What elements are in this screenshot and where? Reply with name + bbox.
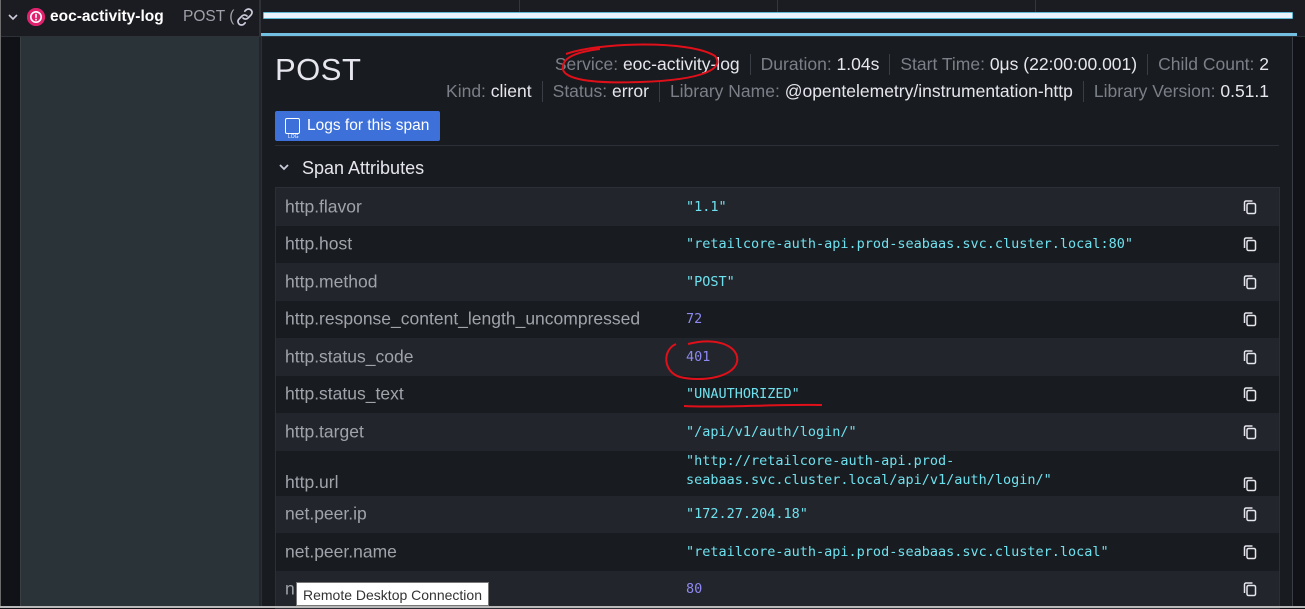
span-service-name: eoc-activity-log: [50, 8, 164, 25]
attribute-key: http.flavor: [285, 196, 362, 217]
meta-child-count: Child Count: 2: [1147, 54, 1279, 75]
section-title: Span Attributes: [302, 158, 425, 178]
attribute-value: "http://retailcore-auth-api.prod-seabaas…: [686, 452, 1052, 488]
attribute-key: http.response_content_length_uncompresse…: [285, 308, 641, 329]
attribute-key: net.peer.ip: [285, 503, 367, 524]
copy-icon[interactable]: [1241, 385, 1259, 403]
copy-icon[interactable]: [1241, 198, 1259, 216]
span-operation-name: POST (: [183, 8, 235, 25]
attribute-row: http.host "retailcore-auth-api.prod-seab…: [276, 225, 1279, 263]
attribute-key: http.method: [285, 271, 378, 292]
chevron-down-icon: [278, 161, 292, 176]
copy-icon[interactable]: [1241, 543, 1259, 561]
attribute-row: http.flavor "1.1": [276, 188, 1279, 226]
attribute-row: http.method "POST": [276, 263, 1279, 301]
scrollbar-track[interactable]: [1292, 37, 1305, 606]
copy-icon[interactable]: [1241, 475, 1259, 493]
copy-icon[interactable]: [1241, 505, 1259, 523]
span-meta-row-1: Service: eoc-activity-log Duration: 1.04…: [545, 54, 1279, 75]
copy-icon[interactable]: [1241, 310, 1259, 328]
meta-library-version: Library Version: 0.51.1: [1082, 81, 1279, 102]
timeline-gridline: [519, 0, 520, 12]
attribute-key: http.status_text: [285, 383, 404, 404]
attribute-row: http.url "http://retailcore-auth-api.pro…: [276, 450, 1279, 496]
attribute-row: http.status_text "UNAUTHORIZED": [276, 375, 1279, 413]
attribute-key: http.url: [285, 471, 339, 492]
link-icon[interactable]: [234, 7, 256, 27]
span-duration-bar[interactable]: [263, 12, 1293, 19]
meta-service: Service: eoc-activity-log: [554, 54, 740, 74]
attribute-value: "retailcore-auth-api.prod-seabaas.svc.cl…: [686, 543, 1109, 560]
attribute-value: "1.1": [686, 198, 727, 215]
attribute-value: "/api/v1/auth/login/": [686, 423, 857, 440]
attribute-value: "UNAUTHORIZED": [686, 386, 800, 403]
attribute-row: http.target "/api/v1/auth/login/": [276, 413, 1279, 451]
timeline-gridline: [1035, 0, 1036, 12]
attribute-key: http.host: [285, 233, 353, 254]
attribute-key: n: [285, 578, 295, 599]
attribute-value: 72: [686, 311, 703, 328]
span-detail-panel: POST Service: eoc-activity-log Duration:…: [261, 37, 1293, 609]
timeline-gridline: [777, 0, 778, 12]
attribute-row: net.peer.ip "172.27.204.18": [276, 495, 1279, 533]
divider: [275, 145, 1279, 146]
copy-icon[interactable]: [1241, 348, 1259, 366]
meta-start-time: Start Time: 0μs (22:00:00.001): [889, 54, 1147, 75]
span-detail-title: POST: [275, 52, 362, 87]
span-timeline[interactable]: [261, 0, 1297, 36]
logs-button-label: Logs for this span: [307, 117, 430, 134]
chevron-down-icon[interactable]: [6, 11, 20, 25]
attribute-value: 401: [686, 348, 711, 365]
meta-kind: Kind: client: [446, 81, 532, 101]
copy-icon[interactable]: [1241, 235, 1259, 253]
logs-icon: [285, 118, 300, 152]
attribute-key: http.target: [285, 421, 364, 442]
span-attributes-toggle[interactable]: Span Attributes: [278, 158, 424, 179]
selected-span-underline: [261, 33, 1297, 36]
attribute-row: net.peer.name "retailcore-auth-api.prod-…: [276, 533, 1279, 571]
span-row[interactable]: eoc-activity-log POST (: [1, 0, 1305, 37]
span-name-column: [20, 37, 260, 606]
attribute-key: net.peer.name: [285, 541, 397, 562]
meta-duration: Duration: 1.04s: [749, 54, 890, 75]
copy-icon[interactable]: [1241, 273, 1259, 291]
attribute-value: "retailcore-auth-api.prod-seabaas.svc.cl…: [686, 236, 1134, 253]
meta-status: Status: error: [541, 81, 659, 102]
attribute-value: "172.27.204.18": [686, 506, 808, 523]
error-status-icon: [27, 8, 45, 26]
attribute-value: 80: [686, 581, 703, 598]
attribute-row: http.status_code 401: [276, 338, 1279, 376]
attribute-row: http.response_content_length_uncompresse…: [276, 300, 1279, 338]
logs-for-span-button[interactable]: Logs for this span: [275, 111, 441, 152]
attribute-value: "POST": [686, 273, 735, 290]
copy-icon[interactable]: [1241, 423, 1259, 441]
span-meta-row-2: Kind: client Status: error Library Name:…: [436, 81, 1279, 102]
tooltip: Remote Desktop Connection: [296, 582, 489, 606]
attribute-key: http.status_code: [285, 346, 414, 367]
copy-icon[interactable]: [1241, 580, 1259, 598]
span-attributes-table: http.flavor "1.1" http.host "retailcore-…: [275, 187, 1280, 609]
tree-gutter: [1, 37, 20, 606]
meta-library-name: Library Name: @opentelemetry/instrumenta…: [658, 81, 1083, 102]
